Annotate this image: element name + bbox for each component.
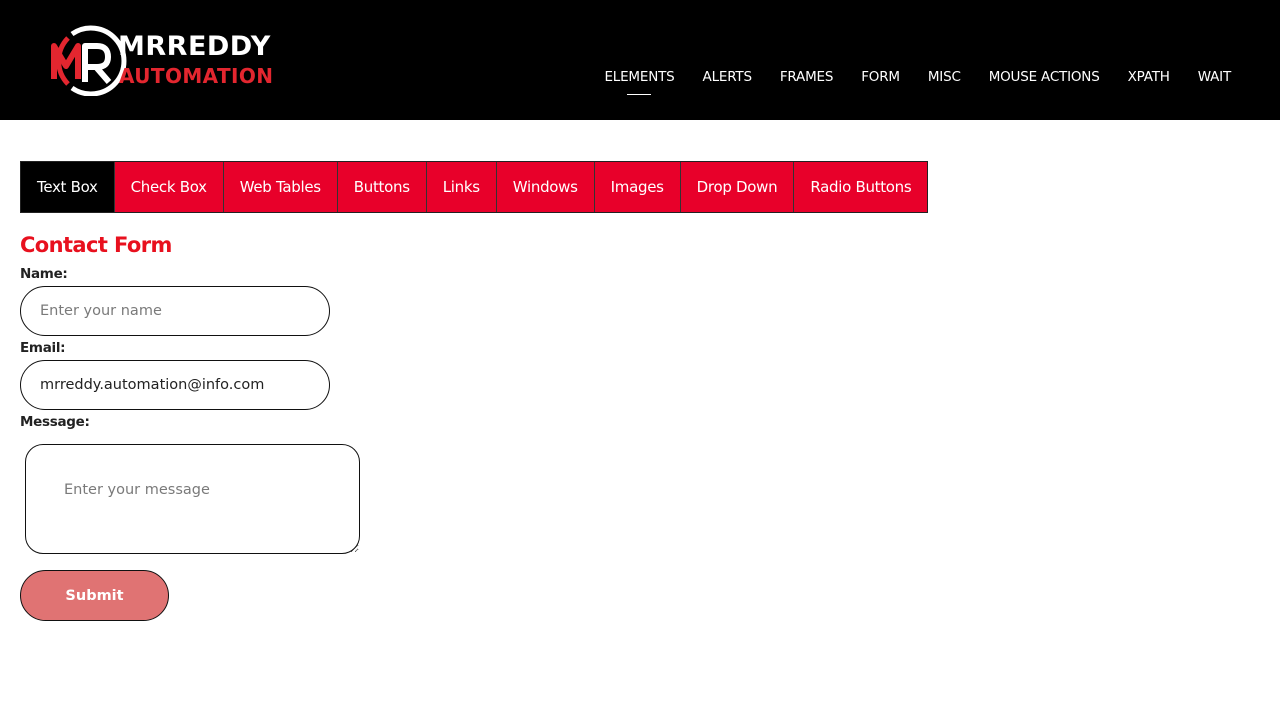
nav-form[interactable]: FORM — [847, 68, 914, 86]
tab-web-tables[interactable]: Web Tables — [222, 162, 337, 212]
site-logo[interactable]: MRREDDY AUTOMATION — [48, 24, 280, 96]
nav-mouse-actions[interactable]: MOUSE ACTIONS — [975, 68, 1114, 86]
tab-text-box[interactable]: Text Box — [21, 162, 114, 212]
contact-form-title: Contact Form — [20, 233, 172, 257]
logo-line-1: MRREDDY — [118, 31, 271, 62]
element-tabs: Text Box Check Box Web Tables Buttons Li… — [20, 161, 929, 213]
submit-button[interactable]: Submit — [20, 570, 169, 621]
nav-alerts[interactable]: ALERTS — [689, 68, 766, 86]
tab-radio-buttons[interactable]: Radio Buttons — [793, 162, 928, 212]
email-label: Email: — [20, 340, 66, 356]
nav-frames[interactable]: FRAMES — [766, 68, 847, 86]
email-input[interactable] — [20, 360, 330, 410]
tab-images[interactable]: Images — [593, 162, 680, 212]
nav-elements[interactable]: ELEMENTS — [590, 68, 688, 95]
site-header: MRREDDY AUTOMATION ELEMENTS ALERTS FRAME… — [0, 0, 1280, 120]
logo-line-2: AUTOMATION — [119, 64, 274, 88]
name-label: Name: — [20, 266, 68, 282]
name-input[interactable] — [20, 286, 330, 336]
message-textarea[interactable] — [25, 444, 360, 554]
tab-links[interactable]: Links — [425, 162, 496, 212]
message-label: Message: — [20, 414, 90, 430]
tab-buttons[interactable]: Buttons — [336, 162, 426, 212]
tab-check-box[interactable]: Check Box — [113, 162, 223, 212]
tab-windows[interactable]: Windows — [495, 162, 594, 212]
tab-drop-down[interactable]: Drop Down — [679, 162, 794, 212]
nav-wait[interactable]: WAIT — [1184, 68, 1245, 86]
nav-xpath[interactable]: XPATH — [1114, 68, 1184, 86]
main-nav: ELEMENTS ALERTS FRAMES FORM MISC MOUSE A… — [576, 68, 1245, 95]
nav-misc[interactable]: MISC — [914, 68, 975, 86]
